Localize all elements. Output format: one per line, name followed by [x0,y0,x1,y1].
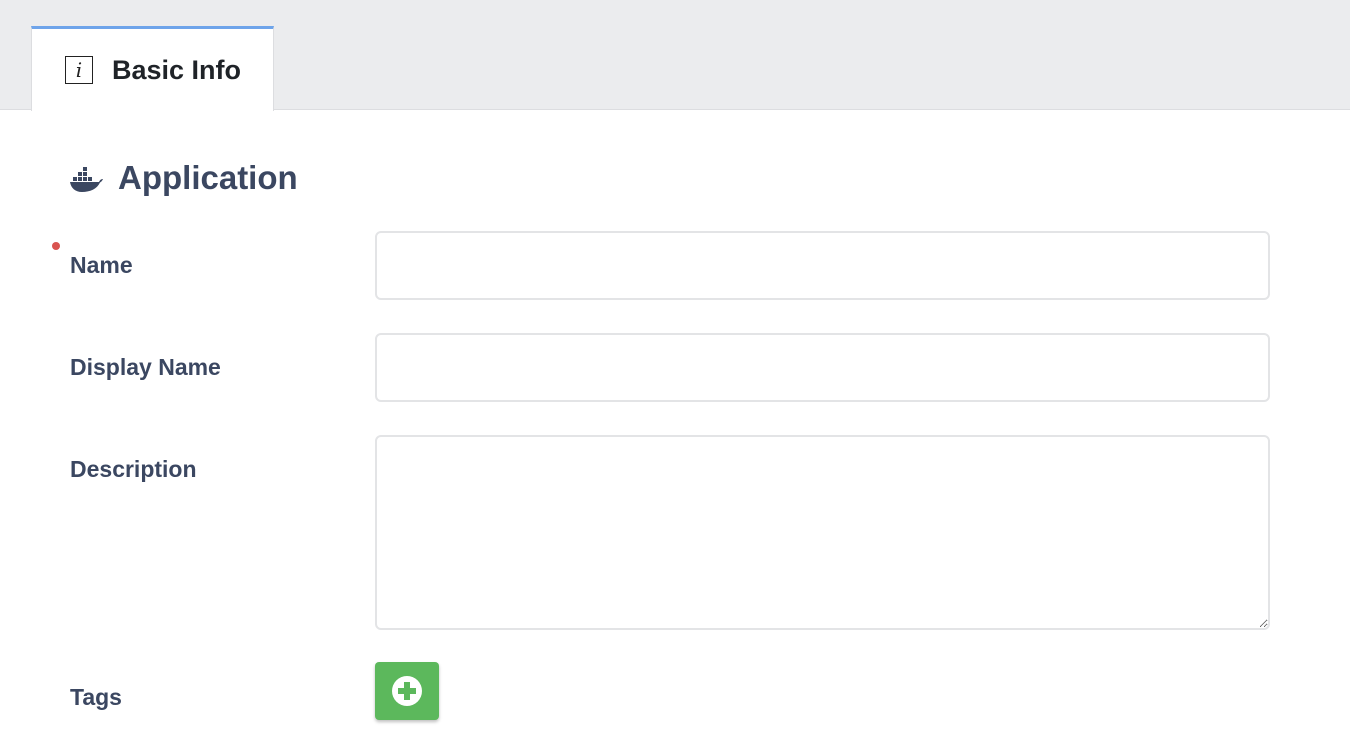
name-input[interactable] [375,231,1270,300]
section-header: Application [69,158,298,198]
info-icon: i [65,56,93,84]
display-name-input[interactable] [375,333,1270,402]
docker-icon [70,167,103,192]
description-label: Description [70,456,197,482]
tab-label: Basic Info [112,54,242,85]
tags-label: Tags [70,684,122,710]
tab-bar: i Basic Info [0,0,1350,111]
description-textarea[interactable] [375,435,1270,630]
section-title: Application [118,159,298,196]
plus-circle-icon [392,676,422,706]
add-tag-button[interactable] [375,662,439,720]
display-name-label: Display Name [70,354,221,380]
tab-basic-info[interactable]: i Basic Info [31,26,274,111]
name-label: Name [70,252,133,278]
required-indicator [52,242,60,250]
